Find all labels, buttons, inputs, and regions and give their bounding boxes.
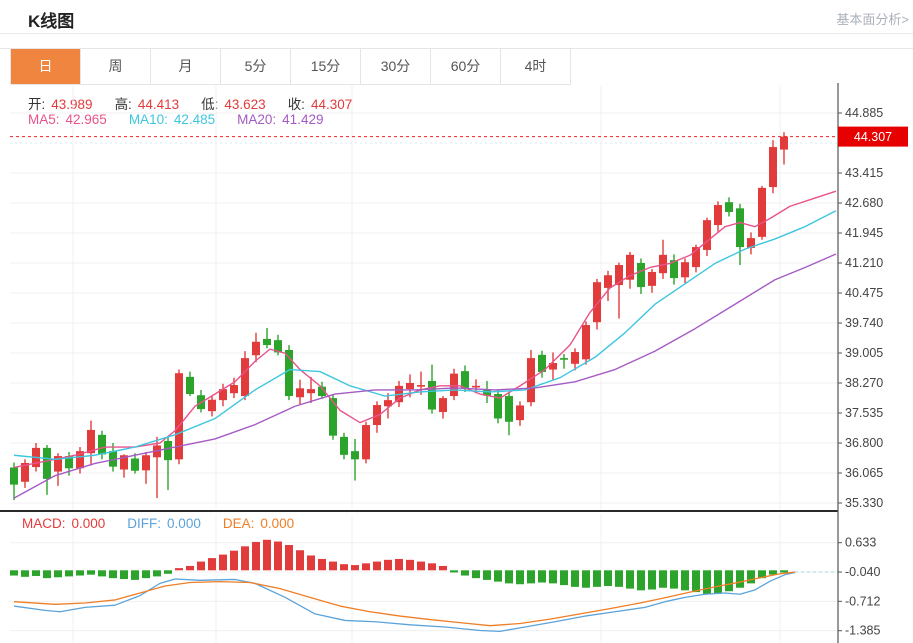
- svg-text:0.633: 0.633: [845, 536, 876, 550]
- svg-text:44.885: 44.885: [845, 106, 883, 120]
- kline-macd-chart: 44.885 43.415 42.680 41.945 41.210 40.475 39.7…: [0, 83, 913, 643]
- svg-text:41.210: 41.210: [845, 256, 883, 270]
- svg-text:44.307: 44.307: [854, 130, 892, 144]
- svg-text:41.945: 41.945: [845, 226, 883, 240]
- svg-text:35.330: 35.330: [845, 496, 883, 510]
- svg-text:38.270: 38.270: [845, 376, 883, 390]
- svg-text:36.800: 36.800: [845, 436, 883, 450]
- tab-interval-5[interactable]: 30分: [361, 49, 431, 84]
- svg-text:-1.385: -1.385: [845, 624, 880, 638]
- page-title: K线图: [28, 7, 74, 32]
- page-header: K线图 基本面分析>: [0, 0, 913, 34]
- tab-interval-3[interactable]: 5分: [221, 49, 291, 84]
- tab-interval-7[interactable]: 4时: [501, 49, 570, 84]
- svg-text:43.415: 43.415: [845, 166, 883, 180]
- tab-interval-2[interactable]: 月: [151, 49, 221, 84]
- svg-text:42.680: 42.680: [845, 196, 883, 210]
- svg-text:37.535: 37.535: [845, 406, 883, 420]
- fundamental-analysis-link[interactable]: 基本面分析>: [836, 9, 909, 28]
- svg-text:39.740: 39.740: [845, 316, 883, 330]
- svg-text:-0.712: -0.712: [845, 594, 880, 608]
- interval-tab-bar: 日周月5分15分30分60分4时: [10, 48, 571, 85]
- svg-text:39.005: 39.005: [845, 346, 883, 360]
- svg-text:36.065: 36.065: [845, 466, 883, 480]
- svg-text:-0.040: -0.040: [845, 565, 880, 579]
- tab-interval-6[interactable]: 60分: [431, 49, 501, 84]
- tab-interval-0[interactable]: 日: [11, 49, 81, 84]
- tab-interval-1[interactable]: 周: [81, 49, 151, 84]
- current-price-badge: 44.307: [838, 127, 908, 147]
- svg-text:40.475: 40.475: [845, 286, 883, 300]
- tab-interval-4[interactable]: 15分: [291, 49, 361, 84]
